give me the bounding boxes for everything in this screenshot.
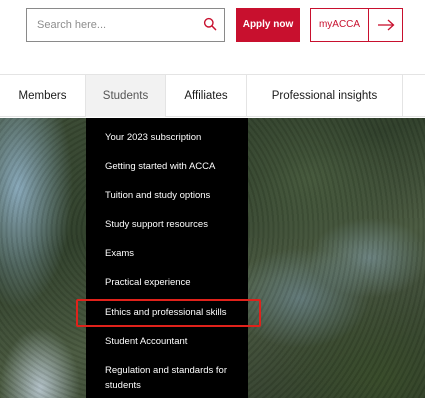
nav-item-affiliates[interactable]: Affiliates	[166, 75, 247, 117]
students-dropdown-menu: Your 2023 subscription Getting started w…	[86, 118, 248, 398]
menu-item-regulation[interactable]: Regulation and standards for students	[105, 363, 243, 393]
menu-item-practical-experience[interactable]: Practical experience	[105, 275, 243, 290]
search-input[interactable]	[27, 9, 197, 41]
search-box[interactable]	[26, 8, 225, 42]
myacca-label[interactable]: myACCA	[311, 9, 369, 41]
search-icon[interactable]	[203, 17, 217, 31]
menu-item-exams[interactable]: Exams	[105, 246, 243, 261]
menu-item-subscription[interactable]: Your 2023 subscription	[105, 130, 243, 145]
menu-item-student-accountant[interactable]: Student Accountant	[105, 334, 243, 349]
apply-now-button[interactable]: Apply now	[236, 8, 300, 42]
menu-item-ethics[interactable]: Ethics and professional skills	[105, 305, 243, 320]
nav-item-students[interactable]: Students	[86, 75, 166, 117]
arrow-right-icon[interactable]	[369, 9, 402, 41]
main-nav: Members Students Affiliates Professional…	[0, 74, 425, 117]
menu-item-getting-started[interactable]: Getting started with ACCA	[105, 159, 243, 174]
myacca-button[interactable]: myACCA	[310, 8, 403, 42]
menu-item-tuition[interactable]: Tuition and study options	[105, 188, 243, 203]
menu-item-study-support[interactable]: Study support resources	[105, 217, 243, 232]
nav-item-members[interactable]: Members	[0, 75, 86, 117]
nav-item-professional-insights[interactable]: Professional insights	[247, 75, 403, 117]
